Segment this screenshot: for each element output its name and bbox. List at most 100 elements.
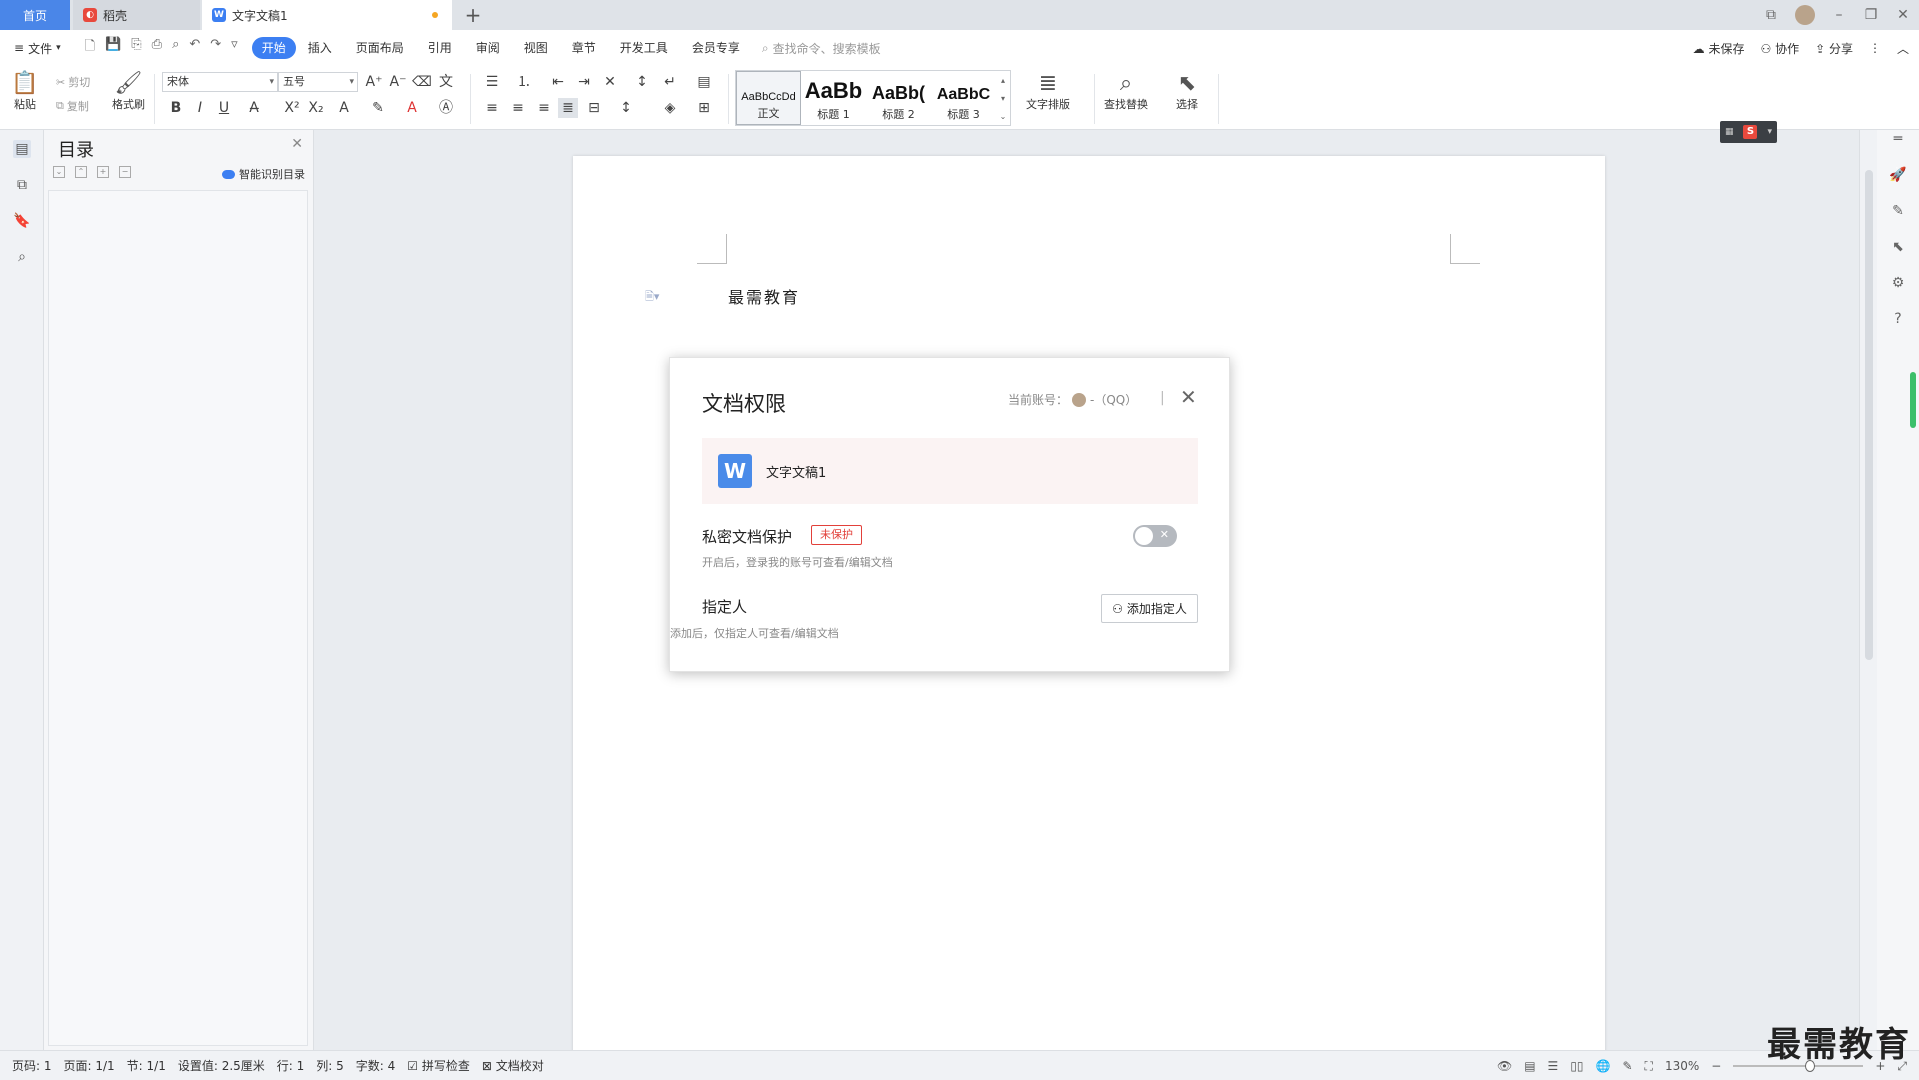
pen-icon[interactable]: ✎ [1889,202,1907,220]
spell-check-button[interactable]: ☑ 拼写检查 [407,1057,470,1074]
line-spacing-icon[interactable]: ↕ [616,98,636,118]
font-size-select[interactable]: 五号 [278,72,358,92]
collapse-all-icon[interactable]: ⌃ [75,166,87,178]
format-painter-button[interactable]: 🖌 格式刷 [112,70,145,112]
grow-font-icon[interactable]: A⁺ [364,72,384,92]
customize-icon[interactable]: ▿ [231,37,238,59]
write-view-icon[interactable]: ✎ [1622,1059,1632,1073]
select-button[interactable]: ⬉ 选择 [1174,70,1200,112]
web-view-icon[interactable]: 🌐 [1596,1059,1611,1073]
restore-icon[interactable]: ❐ [1855,7,1887,23]
side-handle[interactable] [1910,372,1916,428]
copy-button[interactable]: ⧉ 复制 [56,94,90,118]
decrease-indent-icon[interactable]: ⇤ [548,72,568,92]
remove-level-icon[interactable]: − [119,166,131,178]
share-button[interactable]: ⇪ 分享 [1815,40,1853,57]
styles-scroll[interactable]: ▴ ▾ ⌄ [996,71,1010,125]
highlight-icon[interactable]: ✎ [368,98,388,118]
italic-icon[interactable]: I [190,98,210,118]
toc-list[interactable] [48,190,308,1046]
style-normal[interactable]: AaBbCcDd 正文 [736,71,801,125]
print-icon[interactable]: ⎙ [152,37,162,59]
status-section[interactable]: 节: 1/1 [127,1057,166,1074]
shading-icon[interactable]: ◈ [660,98,680,118]
tab-reference[interactable]: 引用 [416,37,464,59]
new-tab-button[interactable]: + [460,2,486,28]
collapse-ribbon-icon[interactable]: ︿ [1897,40,1909,57]
increase-indent-icon[interactable]: ⇥ [574,72,594,92]
cut-button[interactable]: ✂ 剪切 [56,70,90,94]
chinese-layout-icon[interactable]: ✕ [600,72,620,92]
text-effect-icon[interactable]: A [334,98,354,118]
chevron-down-icon[interactable]: ▾ [1001,94,1005,103]
private-protection-toggle[interactable]: ✕ [1133,525,1177,547]
status-setting[interactable]: 设置值: 2.5厘米 [178,1057,265,1074]
align-left-icon[interactable]: ≡ [482,98,502,118]
scroll-thumb[interactable] [1865,170,1873,660]
style-heading-3[interactable]: AaBbC 标题 3 [931,71,996,125]
export-icon[interactable]: ⎘ [131,37,141,59]
status-row[interactable]: 行: 1 [277,1057,305,1074]
font-name-select[interactable]: 宋体 [162,72,278,92]
paste-button[interactable]: 📋 粘贴 [11,70,38,112]
tab-member[interactable]: 会员专享 [680,37,752,59]
justify-icon[interactable]: ≣ [558,98,578,118]
borders-icon[interactable]: ⊞ [694,98,714,118]
settings-sliders-icon[interactable]: ⚙ [1889,274,1907,292]
minimize-icon[interactable]: – [1823,7,1855,23]
tab-daoke[interactable]: ◐ 稻壳 [73,0,200,30]
help-icon[interactable]: ? [1889,310,1907,328]
bold-icon[interactable]: B [166,98,186,118]
bookmark-icon[interactable]: 🔖 [13,212,31,230]
outline-view-icon[interactable]: ☰ [1548,1059,1559,1073]
tab-dev-tools[interactable]: 开发工具 [608,37,680,59]
dialog-close-button[interactable]: ✕ [1180,385,1197,409]
tab-view[interactable]: 视图 [512,37,560,59]
rocket-icon[interactable]: 🚀 [1889,166,1907,184]
tab-document[interactable]: W 文字文稿1 [202,0,452,30]
style-heading-2[interactable]: AaBb( 标题 2 [866,71,931,125]
reading-view-icon[interactable]: ▯▯ [1570,1059,1583,1073]
style-heading-1[interactable]: AaBb 标题 1 [801,71,866,125]
strikethrough-icon[interactable]: A̶ [244,98,264,118]
smart-toc-button[interactable]: 智能识别目录 [222,166,305,182]
tab-home[interactable]: 首页 [0,0,70,30]
paragraph-handle-icon[interactable]: 🗎▾ [645,288,659,307]
distribute-icon[interactable]: ⊟ [584,98,604,118]
font-color-icon[interactable]: A [402,98,422,118]
print-preview-icon[interactable]: ⌕ [172,37,179,59]
new-doc-icon[interactable]: 🗋 [85,37,95,59]
phonetic-icon[interactable]: 文 [436,72,456,92]
show-marks-icon[interactable]: ↵ [660,72,680,92]
user-avatar[interactable] [1795,5,1815,25]
undo-icon[interactable]: ↶ [189,37,200,59]
ime-toolbar[interactable]: ▦ S ▾ [1720,121,1777,143]
tab-chapter[interactable]: 章节 [560,37,608,59]
find-replace-button[interactable]: ⌕ 查找替换 [1104,70,1148,112]
document-text[interactable]: 最需教育 [728,284,800,308]
redo-icon[interactable]: ↷ [210,37,221,59]
outline-icon[interactable]: ▤ [13,140,31,158]
align-center-icon[interactable]: ≡ [508,98,528,118]
chapter-icon[interactable]: ⧉ [13,176,31,194]
pointer-icon[interactable]: ⬉ [1889,238,1907,256]
chevron-up-icon[interactable]: ▴ [1001,76,1005,85]
eye-protect-icon[interactable]: 👁 [1497,1059,1512,1073]
tab-page-layout[interactable]: 页面布局 [344,37,416,59]
status-pages[interactable]: 页面: 1/1 [64,1057,115,1074]
add-assignee-button[interactable]: ⚇ 添加指定人 [1101,594,1198,623]
collab-button[interactable]: ⚇ 协作 [1760,40,1799,57]
page-view-icon[interactable]: ▤ [1524,1059,1535,1073]
command-search[interactable]: ⌕ 查找命令、搜索模板 [762,40,881,57]
close-icon[interactable]: ✕ [291,136,303,152]
unsaved-button[interactable]: ☁ 未保存 [1693,40,1745,57]
vertical-scrollbar[interactable] [1859,130,1877,1050]
tab-start[interactable]: 开始 [251,37,296,59]
more-icon[interactable]: ⋮ [1869,41,1881,55]
add-level-icon[interactable]: + [97,166,109,178]
expand-all-icon[interactable]: ⌄ [53,166,65,178]
superscript-icon[interactable]: X² [282,98,302,118]
search-icon[interactable]: ⌕ [13,248,31,266]
status-page-number[interactable]: 页码: 1 [12,1057,52,1074]
file-menu[interactable]: ≡ 文件 ▾ [14,40,61,57]
